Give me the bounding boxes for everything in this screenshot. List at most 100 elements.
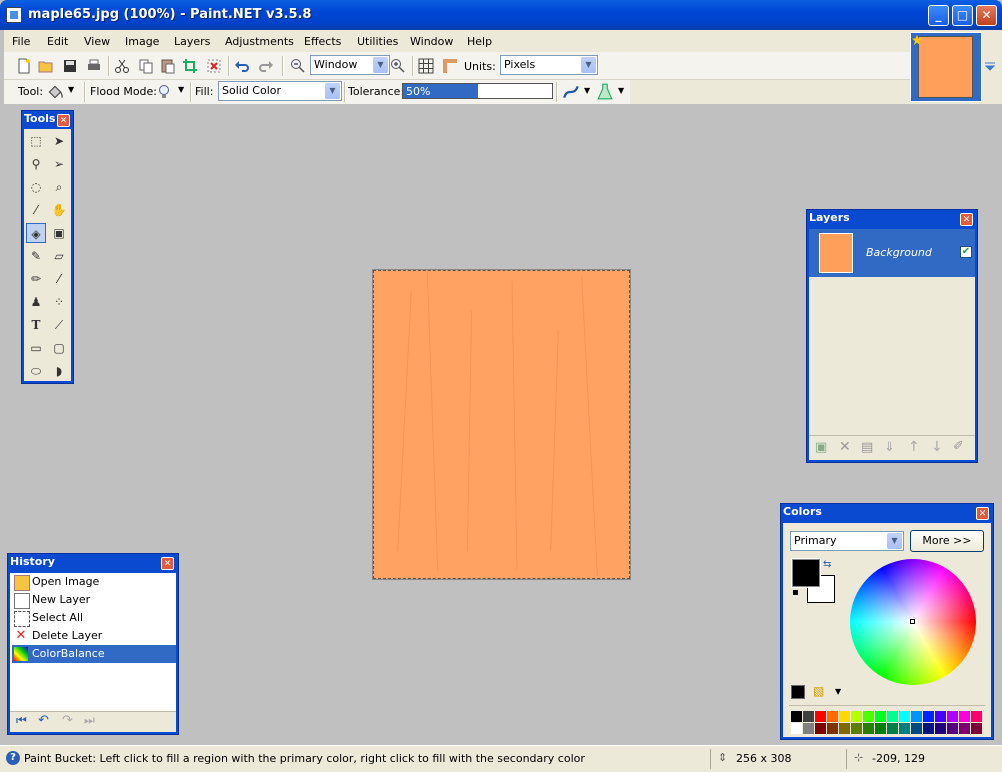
tool-selector[interactable]: ▼ (46, 82, 76, 102)
antialiasing-icon[interactable] (562, 83, 580, 101)
new-file-icon[interactable] (16, 58, 32, 74)
history-item[interactable]: Open Image (12, 573, 176, 591)
zoom-icon[interactable]: ⌕ (49, 177, 69, 197)
menu-file[interactable]: File (12, 35, 30, 48)
image-thumbnail[interactable] (918, 36, 973, 98)
menu-help[interactable]: Help (467, 35, 492, 48)
flood-mode-selector[interactable]: ▼ (156, 82, 186, 102)
dropdown-arrow-icon[interactable]: ▼ (584, 86, 590, 95)
recolor-icon[interactable]: ⁘ (49, 292, 69, 312)
history-item[interactable]: New Layer (12, 591, 176, 609)
rewind-icon[interactable]: ⏮ (16, 713, 27, 728)
palette-swatch[interactable] (935, 711, 946, 722)
duplicate-layer-icon[interactable]: ▤ (861, 440, 873, 455)
menu-edit[interactable]: Edit (47, 35, 68, 48)
line-curve-icon[interactable]: ⟋ (49, 315, 69, 335)
menu-view[interactable]: View (84, 35, 110, 48)
freeform-shape-icon[interactable]: ◗ (49, 361, 69, 381)
minimize-button[interactable]: _ (928, 5, 949, 26)
maximize-button[interactable]: □ (952, 5, 973, 26)
delete-layer-icon[interactable]: ✕ (839, 439, 851, 455)
tabs-dropdown-icon[interactable] (984, 62, 996, 72)
layer-row[interactable]: Background ✔ (809, 229, 975, 277)
history-close-button[interactable]: ✕ (161, 557, 174, 570)
palette-swatch[interactable] (935, 723, 946, 734)
menu-image[interactable]: Image (125, 35, 159, 48)
palette-swatch[interactable] (875, 711, 886, 722)
paint-bucket-tool-icon[interactable]: ◈ (26, 223, 46, 243)
swap-colors-icon[interactable]: ⇆ (823, 559, 831, 570)
zoom-dropdown[interactable]: Window ▼ (310, 55, 390, 75)
history-item[interactable]: ✕ Delete Layer (12, 627, 176, 645)
palette-swatch[interactable] (971, 723, 982, 734)
cut-icon[interactable] (114, 58, 130, 74)
menu-utilities[interactable]: Utilities (357, 35, 398, 48)
palette-swatch[interactable] (851, 711, 862, 722)
colors-close-button[interactable]: ✕ (976, 507, 989, 520)
menu-window[interactable]: Window (410, 35, 453, 48)
image-canvas[interactable] (373, 270, 630, 579)
layers-close-button[interactable]: ✕ (960, 213, 973, 226)
palette-swatch[interactable] (791, 723, 802, 734)
copy-icon[interactable] (138, 58, 154, 74)
layer-properties-icon[interactable]: ✐ (953, 439, 964, 454)
history-item-selected[interactable]: ColorBalance (12, 645, 176, 663)
palette-swatch[interactable] (899, 711, 910, 722)
zoom-in-icon[interactable] (390, 58, 406, 74)
zoom-out-icon[interactable] (290, 58, 306, 74)
palette-menu-icon[interactable]: ▧ (813, 684, 824, 698)
grid-icon[interactable] (418, 58, 434, 74)
rectangle-select-icon[interactable]: ⬚ (26, 131, 46, 151)
menu-adjustments[interactable]: Adjustments (225, 35, 294, 48)
palette-swatch[interactable] (923, 711, 934, 722)
gradient-icon[interactable]: ▣ (49, 223, 69, 243)
paste-icon[interactable] (160, 58, 176, 74)
more-colors-button[interactable]: More >> (910, 530, 984, 552)
crop-icon[interactable] (182, 58, 198, 74)
palette-swatch[interactable] (815, 723, 826, 734)
tools-close-button[interactable]: ✕ (57, 114, 70, 127)
palette-swatch[interactable] (911, 723, 922, 734)
primary-color-swatch[interactable] (791, 558, 821, 588)
palette-swatch[interactable] (815, 711, 826, 722)
undo-icon[interactable]: ↶ (38, 713, 49, 728)
ellipse-select-icon[interactable]: ◌ (26, 177, 46, 197)
dropdown-arrow-icon[interactable]: ▼ (835, 687, 841, 696)
close-button[interactable]: ✕ (976, 5, 997, 26)
text-icon[interactable]: T (26, 315, 46, 335)
history-item[interactable]: Select All (12, 609, 176, 627)
eraser-icon[interactable]: ▱ (49, 246, 69, 266)
undo-icon[interactable] (234, 58, 250, 74)
palette-swatch[interactable] (959, 711, 970, 722)
lasso-select-icon[interactable]: ⚲ (26, 154, 46, 174)
menu-layers[interactable]: Layers (174, 35, 210, 48)
palette-swatch[interactable] (899, 723, 910, 734)
clone-stamp-icon[interactable]: ♟ (26, 292, 46, 312)
palette-swatch[interactable] (947, 711, 958, 722)
color-picker-icon[interactable]: ⁄ (49, 269, 69, 289)
palette-swatch[interactable] (839, 723, 850, 734)
palette-swatch[interactable] (959, 723, 970, 734)
magic-wand-icon[interactable]: ⁄ (26, 200, 46, 220)
reset-colors-icon[interactable]: ▪ (792, 587, 799, 598)
redo-icon[interactable]: ↷ (62, 713, 73, 728)
palette-swatch[interactable] (851, 723, 862, 734)
fill-dropdown[interactable]: Solid Color ▼ (218, 81, 342, 101)
rectangle-icon[interactable]: ▭ (26, 338, 46, 358)
open-folder-icon[interactable] (38, 58, 54, 74)
palette-swatch[interactable] (803, 723, 814, 734)
menu-effects[interactable]: Effects (304, 35, 341, 48)
palette-swatch[interactable] (827, 723, 838, 734)
palette-swatch[interactable] (803, 711, 814, 722)
move-selected-icon[interactable]: ➢ (49, 154, 69, 174)
fast-forward-icon[interactable]: ⏭ (84, 713, 95, 728)
layer-visibility-checkbox[interactable]: ✔ (960, 246, 972, 258)
blend-mode-icon[interactable] (596, 83, 614, 101)
palette-swatch[interactable] (887, 711, 898, 722)
palette-swatch[interactable] (923, 723, 934, 734)
palette-swatch[interactable] (827, 711, 838, 722)
pan-hand-icon[interactable]: ✋ (49, 200, 69, 220)
units-dropdown[interactable]: Pixels ▼ (500, 55, 598, 75)
pencil-icon[interactable]: ✏ (26, 269, 46, 289)
palette-swatch[interactable] (863, 711, 874, 722)
